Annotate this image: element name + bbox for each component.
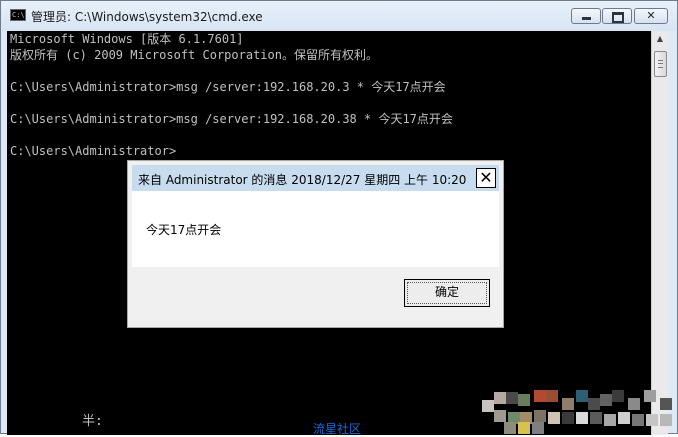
minimize-icon xyxy=(572,9,600,23)
dialog-close-button[interactable]: ✕ xyxy=(476,168,496,188)
ok-button[interactable]: 确定 xyxy=(404,279,490,307)
console-line: Microsoft Windows [版本 6.1.7601] xyxy=(10,32,244,46)
dialog-footer: 确定 xyxy=(132,267,499,323)
message-dialog: 来自 Administrator 的消息 2018/12/27 星期四 上午 1… xyxy=(127,160,504,328)
maximize-button[interactable] xyxy=(602,8,632,24)
window-title: 管理员: C:\Windows\system32\cmd.exe xyxy=(31,10,263,24)
close-button[interactable]: ✕ xyxy=(634,8,668,24)
watermark-text: 流星社区 xyxy=(313,422,362,436)
cmd-icon: C:\ xyxy=(10,9,26,21)
minimize-button[interactable] xyxy=(571,8,601,24)
vertical-scrollbar[interactable]: ▲ xyxy=(651,31,668,435)
close-icon: ✕ xyxy=(646,9,656,22)
dialog-message: 今天17点开会 xyxy=(146,223,222,237)
console-prompt: C:\Users\Administrator> xyxy=(10,144,177,158)
console-line: C:\Users\Administrator>msg /server:192.1… xyxy=(10,80,446,94)
scroll-up-arrow-icon[interactable]: ▲ xyxy=(653,32,667,46)
console-line: 版权所有 (c) 2009 Microsoft Corporation。保留所有… xyxy=(10,48,378,62)
console-status-text: 半: xyxy=(82,414,103,429)
maximize-icon xyxy=(603,9,631,23)
dialog-title: 来自 Administrator 的消息 2018/12/27 星期四 上午 1… xyxy=(138,173,467,187)
console-line: C:\Users\Administrator>msg /server:192.1… xyxy=(10,112,453,126)
close-icon: ✕ xyxy=(479,168,493,187)
dialog-titlebar[interactable]: 来自 Administrator 的消息 2018/12/27 星期四 上午 1… xyxy=(132,165,499,191)
scroll-thumb[interactable] xyxy=(654,51,667,77)
dialog-body: 今天17点开会 xyxy=(132,191,499,267)
window-titlebar[interactable]: C:\ 管理员: C:\Windows\system32\cmd.exe ✕ xyxy=(1,1,677,31)
